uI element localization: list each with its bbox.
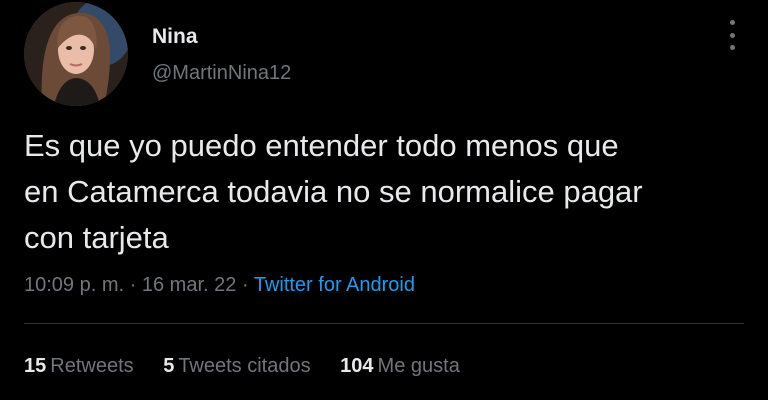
- tweet-meta: 10:09 p. m. · 16 mar. 22 · Twitter for A…: [24, 271, 415, 299]
- avatar-image: [24, 2, 128, 106]
- retweets-stat[interactable]: 15 Retweets: [24, 355, 134, 377]
- retweets-label: Retweets: [50, 355, 134, 377]
- quote-tweets-stat[interactable]: 5 Tweets citados: [163, 355, 310, 377]
- tweet-card: Nina @MartinNina12 Es que yo puedo enten…: [0, 0, 768, 400]
- quotes-count: 5: [163, 355, 175, 377]
- author-name[interactable]: Nina: [152, 24, 291, 50]
- engagement-stats: 15 Retweets 5 Tweets citados 104 Me gusta: [24, 352, 484, 380]
- meta-separator: ·: [129, 274, 137, 296]
- user-info: Nina @MartinNina12: [152, 24, 291, 86]
- retweets-count: 15: [24, 355, 47, 377]
- tweet-time[interactable]: 10:09 p. m.: [24, 274, 124, 296]
- likes-count: 104: [340, 355, 374, 377]
- meta-separator: ·: [241, 274, 249, 296]
- tweet-source-link[interactable]: Twitter for Android: [254, 274, 415, 296]
- author-handle[interactable]: @MartinNina12: [152, 60, 291, 86]
- more-dot: [729, 45, 735, 50]
- avatar[interactable]: [24, 2, 128, 106]
- tweet-date[interactable]: 16 mar. 22: [142, 274, 237, 296]
- more-dot: [729, 32, 735, 38]
- tweet-text: Es que yo puedo entender todo menos que …: [24, 128, 643, 255]
- likes-label: Me gusta: [377, 355, 460, 377]
- likes-stat[interactable]: 104 Me gusta: [340, 355, 460, 377]
- more-options-icon[interactable]: [728, 20, 736, 50]
- divider: [24, 323, 744, 324]
- quotes-label: Tweets citados: [178, 355, 311, 377]
- more-dot: [729, 20, 735, 25]
